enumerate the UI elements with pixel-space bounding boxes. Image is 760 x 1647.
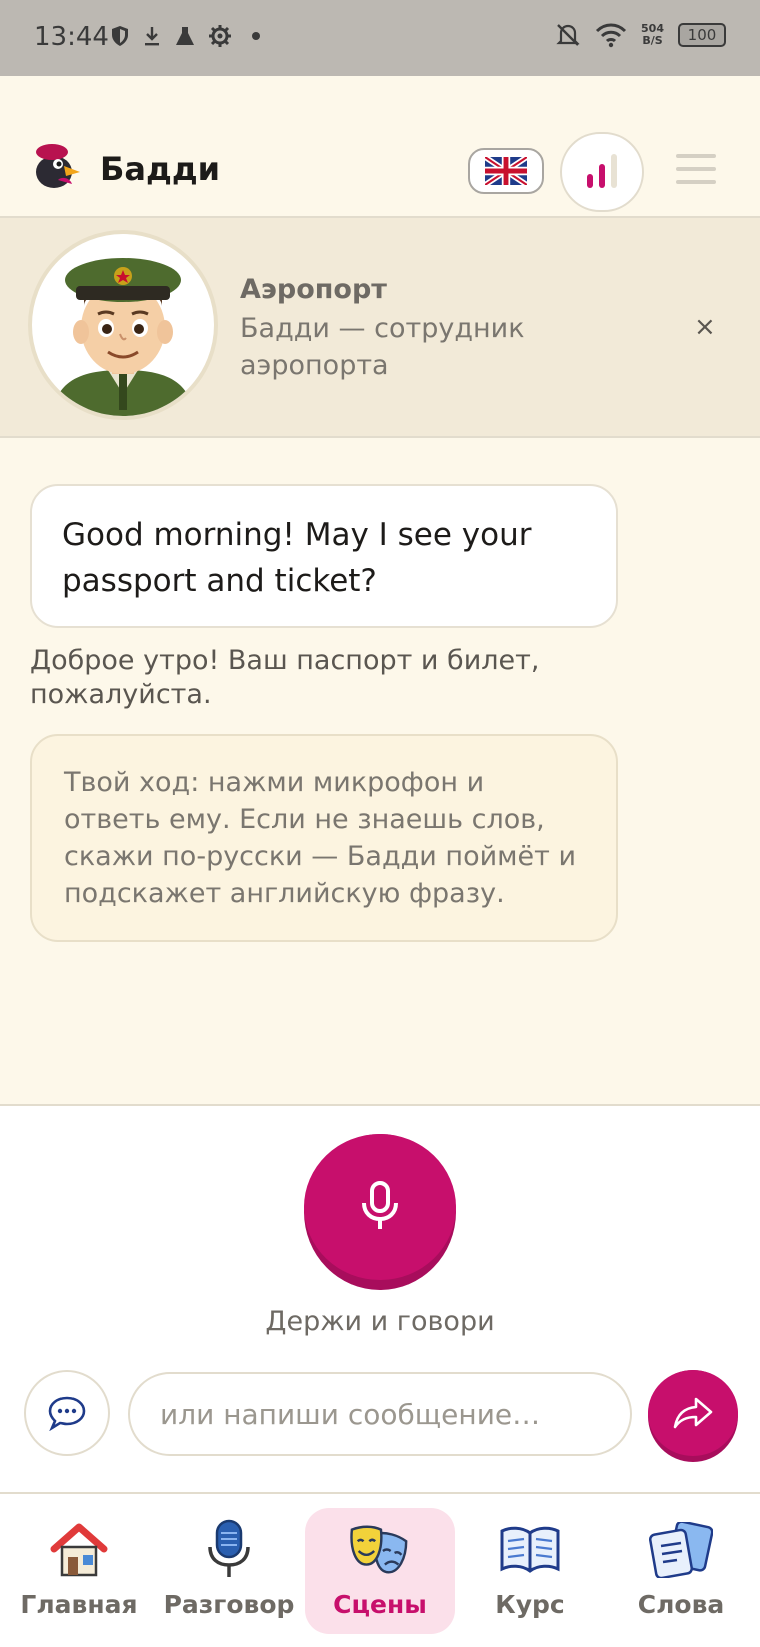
bottom-navigation: Главная Разговор Сцены Курс Слова	[0, 1492, 760, 1647]
level-bar-2	[599, 164, 605, 188]
language-button[interactable]	[468, 148, 544, 194]
battery-level: 100	[687, 26, 717, 44]
net-speed: 504 B/S	[641, 23, 664, 47]
close-scene-button[interactable]: ×	[694, 312, 716, 342]
nav-label-conversation: Разговор	[163, 1590, 295, 1619]
scene-banner: Аэропорт Бадди — сотрудник аэропорта ×	[0, 218, 760, 438]
dot-icon	[252, 32, 260, 40]
app-header: Бадди	[0, 76, 760, 218]
nav-label-course: Курс	[495, 1590, 565, 1619]
book-icon	[500, 1526, 560, 1573]
turn-hint-text: Твой ход: нажми микрофон и ответь ему. Е…	[64, 767, 576, 909]
send-button[interactable]	[648, 1370, 738, 1462]
status-time: 13:44	[34, 22, 109, 52]
chat-mode-button[interactable]	[24, 1370, 110, 1456]
shield-icon	[112, 26, 128, 46]
uk-flag-icon	[485, 157, 527, 185]
app-title: Бадди	[100, 150, 221, 188]
gear-icon	[209, 25, 231, 47]
hamburger-icon	[676, 154, 716, 158]
battery-indicator: 100	[678, 23, 726, 47]
scene-description: Бадди — сотрудник аэропорта	[240, 313, 525, 381]
microphone-icon	[208, 1519, 250, 1577]
flask-icon	[176, 27, 194, 45]
wifi-icon	[595, 23, 627, 48]
nav-item-scenes[interactable]: Сцены	[305, 1508, 455, 1634]
microphone-icon	[362, 1181, 398, 1229]
nav-item-words[interactable]: Слова	[606, 1508, 756, 1634]
nav-item-home[interactable]: Главная	[4, 1508, 154, 1634]
message-input[interactable]	[128, 1372, 632, 1456]
hold-to-talk-button[interactable]	[304, 1134, 456, 1290]
officer-portrait-icon	[52, 258, 194, 416]
nav-label-scenes: Сцены	[333, 1590, 427, 1619]
bot-message-translation: Доброе утро! Ваш паспорт и билет, пожалу…	[30, 645, 540, 710]
scene-title: Аэропорт	[240, 274, 387, 305]
send-arrow-icon	[673, 1397, 713, 1429]
bot-message-bubble: Good morning! May I see your passport an…	[30, 484, 618, 628]
bot-message-text: Good morning! May I see your passport an…	[62, 517, 532, 599]
bell-off-icon	[556, 24, 580, 46]
mic-hint-label: Держи и говори	[265, 1306, 495, 1337]
nav-item-course[interactable]: Курс	[455, 1508, 605, 1634]
signal-bars-icon	[587, 174, 593, 188]
download-icon	[145, 27, 159, 46]
nav-label-home: Главная	[20, 1590, 138, 1619]
menu-button[interactable]	[676, 154, 716, 184]
level-button[interactable]	[560, 132, 644, 212]
cards-icon	[649, 1522, 713, 1578]
nav-item-conversation[interactable]: Разговор	[154, 1508, 304, 1634]
turn-hint-card: Твой ход: нажми микрофон и ответь ему. Е…	[30, 734, 618, 942]
speech-bubble-icon	[48, 1396, 86, 1431]
level-bar-3	[611, 154, 617, 188]
nav-label-words: Слова	[637, 1590, 725, 1619]
status-bar: 13:44 504 B/S 100	[0, 0, 760, 76]
net-speed-unit: B/S	[642, 34, 663, 47]
input-area: Держи и говори	[0, 1104, 760, 1492]
raven-logo-icon	[36, 144, 80, 188]
house-icon	[50, 1523, 108, 1577]
theater-masks-icon	[350, 1525, 408, 1574]
airport-officer-avatar	[28, 230, 218, 420]
